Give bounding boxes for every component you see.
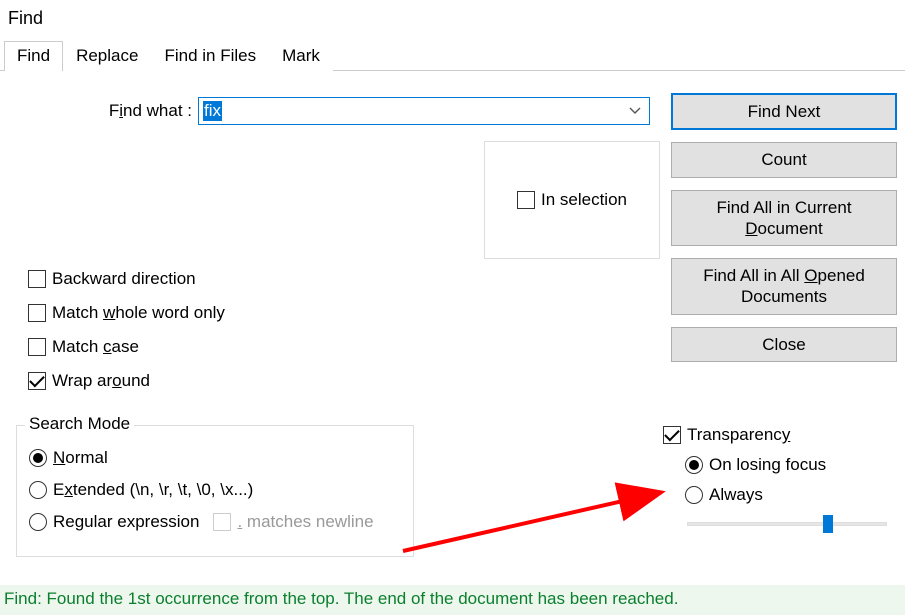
search-mode-normal[interactable]: Normal [29,448,403,468]
tab-find-in-files[interactable]: Find in Files [151,41,269,71]
tab-find[interactable]: Find [4,41,63,71]
annotation-arrow [398,481,678,561]
status-bar: Find: Found the 1st occurrence from the … [0,585,905,615]
find-what-dropdown[interactable] [621,98,649,124]
match-case-checkbox[interactable]: Match case [28,337,225,357]
matches-newline-checkbox[interactable]: . matches newline [213,512,373,532]
close-button[interactable]: Close [671,327,897,362]
find-what-input[interactable]: fix [199,98,621,124]
count-button[interactable]: Count [671,142,897,177]
in-selection-panel: In selection [484,141,660,259]
tab-mark[interactable]: Mark [269,41,333,71]
slider-thumb[interactable] [823,515,833,533]
search-mode-regex[interactable]: Regular expression [29,512,199,532]
find-what-label: Find what : [10,101,198,121]
chevron-down-icon [629,105,641,117]
wrap-around-checkbox[interactable]: Wrap around [28,371,225,391]
find-all-opened-button[interactable]: Find All in All Opened Documents [671,258,897,315]
transparency-slider[interactable] [687,515,887,533]
tabs: Find Replace Find in Files Mark [0,39,905,71]
match-whole-word-label: Match whole word only [52,303,225,323]
transparency-checkbox[interactable]: Transparency [663,425,891,445]
match-case-label: Match case [52,337,139,357]
find-next-button[interactable]: Find Next [671,93,897,130]
transparency-on-losing-focus[interactable]: On losing focus [685,455,891,475]
transparency-group: Transparency On losing focus Always [657,425,897,557]
backward-direction-checkbox[interactable]: Backward direction [28,269,225,289]
find-what-combo[interactable]: fix [198,97,650,125]
search-mode-group: Search Mode Normal Extended (\n, \r, \t,… [16,425,414,557]
match-whole-word-checkbox[interactable]: Match whole word only [28,303,225,323]
transparency-always[interactable]: Always [685,485,891,505]
search-mode-legend: Search Mode [25,414,134,434]
transparency-label: Transparency [687,425,790,445]
find-all-current-button[interactable]: Find All in Current Document [671,190,897,247]
window-title: Find [0,0,905,39]
search-mode-extended[interactable]: Extended (\n, \r, \t, \0, \x...) [29,480,403,500]
in-selection-label: In selection [541,190,627,210]
in-selection-checkbox[interactable]: In selection [517,190,627,210]
tab-replace[interactable]: Replace [63,41,151,71]
wrap-around-label: Wrap around [52,371,150,391]
backward-direction-label: Backward direction [52,269,196,289]
